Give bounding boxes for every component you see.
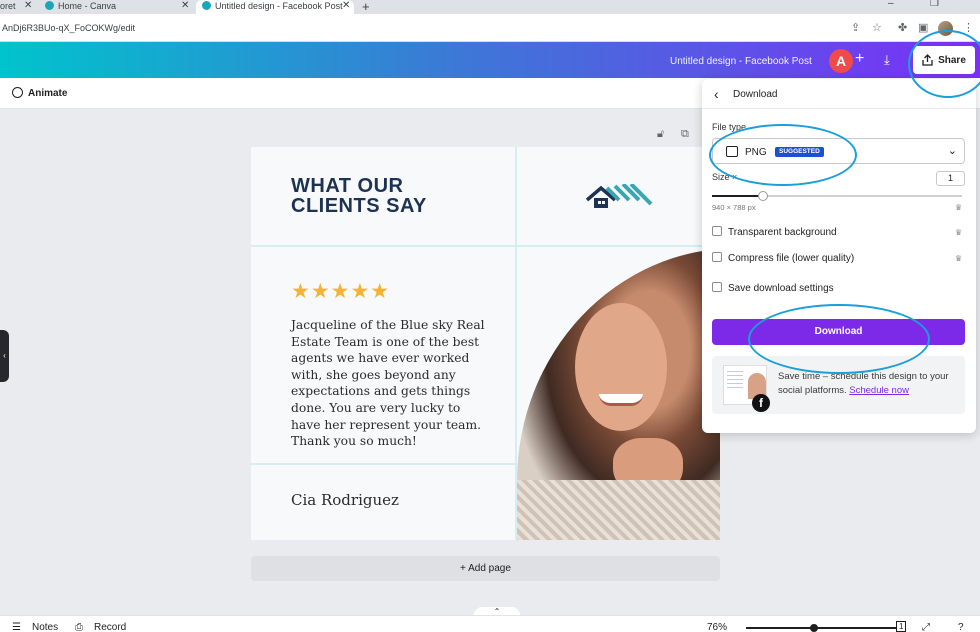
document-title[interactable]: Untitled design - Facebook Post [670, 56, 812, 67]
tab-label: oret [0, 1, 16, 11]
browser-tab-strip: oret ✕ Home - Canva ✕ Untitled design - … [0, 0, 980, 14]
url-field[interactable]: AnDj6R3BUo-qX_FoCOKWg/edit [2, 23, 135, 33]
record-icon[interactable]: ⎙ [75, 622, 83, 632]
chevron-left-icon: ‹ [3, 351, 6, 360]
add-page-button[interactable]: + Add page [251, 556, 720, 581]
compress-file-option[interactable]: Compress file (lower quality) [712, 252, 854, 264]
headline-text[interactable]: WHAT OUR CLIENTS SAY [291, 176, 491, 216]
size-slider-track[interactable] [712, 195, 962, 197]
browser-tab-home-canva[interactable]: Home - Canva ✕ [45, 0, 193, 14]
browser-tab-untitled-design[interactable]: Untitled design - Facebook Post ✕ [196, 0, 354, 14]
photo-smile [599, 394, 643, 406]
rating-stars[interactable]: ★★★★★ [291, 279, 390, 304]
tab-label: Home - Canva [58, 1, 117, 11]
crown-icon: ♛ [955, 203, 963, 212]
client-photo[interactable] [517, 248, 720, 540]
thumbnail-text-lines [727, 371, 743, 391]
address-bar: AnDj6R3BUo-qX_FoCOKWg/edit ⇪ ☆ ✤ ▣ ⋮ [0, 14, 980, 42]
file-type-value: PNG [745, 147, 767, 158]
browser-tab-partial[interactable]: oret ✕ [0, 0, 36, 14]
bottom-bar: ☰ Notes ⎙ Record 76% 1 ⤢ ? [0, 615, 980, 632]
share-label: Share [938, 54, 966, 66]
minimize-icon[interactable]: – [888, 0, 894, 9]
fullscreen-icon[interactable]: ⤢ [922, 622, 930, 632]
size-slider-handle[interactable] [758, 191, 768, 201]
promo-text: Save time – schedule this design to your… [778, 370, 958, 398]
size-label: Size × [712, 172, 738, 182]
close-icon[interactable]: ✕ [342, 0, 350, 12]
download-icon[interactable]: ⤓ [884, 52, 890, 68]
share-upload-icon [922, 54, 933, 66]
new-tab-icon[interactable]: + [362, 0, 370, 14]
house-logo-icon[interactable] [585, 184, 653, 212]
photo-face [575, 303, 667, 431]
checkbox[interactable] [712, 282, 722, 292]
chevron-left-icon[interactable]: ‹ [714, 86, 719, 102]
canva-favicon-icon [45, 1, 54, 10]
canva-header: Untitled design - Facebook Post A + ⤓ Sh… [0, 42, 980, 78]
zoom-slider-handle[interactable] [810, 624, 818, 632]
file-type-label: File type [712, 122, 747, 132]
facebook-icon: f [752, 394, 770, 412]
lock-icon[interactable]: 🔓︎ [657, 128, 664, 141]
chevron-down-icon: ⌄ [947, 145, 957, 157]
download-panel: ‹ Download File type PNG SUGGESTED ⌄ Siz… [702, 79, 976, 433]
notes-icon[interactable]: ☰ [12, 622, 21, 632]
profile-avatar[interactable] [938, 21, 953, 36]
browser-menu-icon[interactable]: ⋮ [963, 21, 974, 34]
download-panel-header: ‹ Download [702, 79, 976, 109]
suggested-badge: SUGGESTED [775, 147, 824, 157]
download-panel-title: Download [733, 89, 778, 100]
share-page-icon[interactable]: ⇪ [851, 21, 860, 34]
animate-button[interactable]: Animate [12, 87, 67, 99]
share-button[interactable]: Share [913, 46, 975, 74]
testimonial-text[interactable]: Jacqueline of the Blue sky Real Estate T… [291, 317, 491, 450]
bookmark-star-icon[interactable]: ☆ [872, 21, 882, 34]
size-slider-fill [712, 195, 762, 197]
design-canvas[interactable]: WHAT OUR CLIENTS SAY ★★★★★ Jacqueline of… [251, 147, 720, 540]
checkbox[interactable] [712, 252, 722, 262]
canva-favicon-icon [202, 1, 211, 10]
record-button[interactable]: Record [94, 622, 126, 632]
save-download-settings-option[interactable]: Save download settings [712, 282, 834, 294]
close-icon[interactable]: ✕ [181, 0, 189, 12]
close-icon[interactable]: ✕ [24, 0, 32, 12]
zoom-level[interactable]: 76% [707, 622, 727, 632]
page-count[interactable]: 1 [896, 621, 907, 632]
crown-icon: ♛ [955, 254, 963, 263]
file-type-select[interactable]: PNG SUGGESTED ⌄ [712, 138, 965, 164]
download-button[interactable]: Download [712, 319, 965, 345]
user-avatar[interactable]: A [829, 49, 853, 73]
grid-divider [251, 245, 720, 247]
duplicate-page-icon[interactable]: ⧉ [681, 128, 689, 141]
client-name-text[interactable]: Cia Rodriguez [291, 491, 399, 509]
invite-plus-icon[interactable]: + [855, 50, 864, 68]
option-label: Compress file (lower quality) [728, 253, 855, 264]
restore-icon[interactable]: ❐ [930, 0, 939, 9]
grid-divider [251, 463, 517, 465]
side-panel-icon[interactable]: ▣ [918, 21, 928, 34]
crown-icon: ♛ [955, 228, 963, 237]
transparent-background-option[interactable]: Transparent background [712, 226, 837, 238]
dimensions-text: 940 × 788 px [712, 203, 756, 212]
size-input[interactable]: 1 [936, 171, 965, 186]
checkbox[interactable] [712, 226, 722, 236]
option-label: Transparent background [728, 227, 837, 238]
animate-label: Animate [28, 88, 68, 99]
side-panel-handle[interactable]: ‹ [0, 330, 9, 382]
zoom-slider-track[interactable] [746, 627, 896, 629]
notes-button[interactable]: Notes [32, 622, 58, 632]
option-label: Save download settings [728, 283, 834, 294]
photo-shawl [517, 480, 720, 540]
image-icon [726, 146, 738, 157]
schedule-now-link[interactable]: Schedule now [849, 385, 909, 396]
extensions-puzzle-icon[interactable]: ✤ [898, 21, 907, 34]
animate-icon [12, 87, 23, 98]
schedule-promo: f Save time – schedule this design to yo… [712, 356, 965, 414]
help-icon[interactable]: ? [958, 622, 964, 632]
tab-label: Untitled design - Facebook Post [215, 1, 343, 11]
